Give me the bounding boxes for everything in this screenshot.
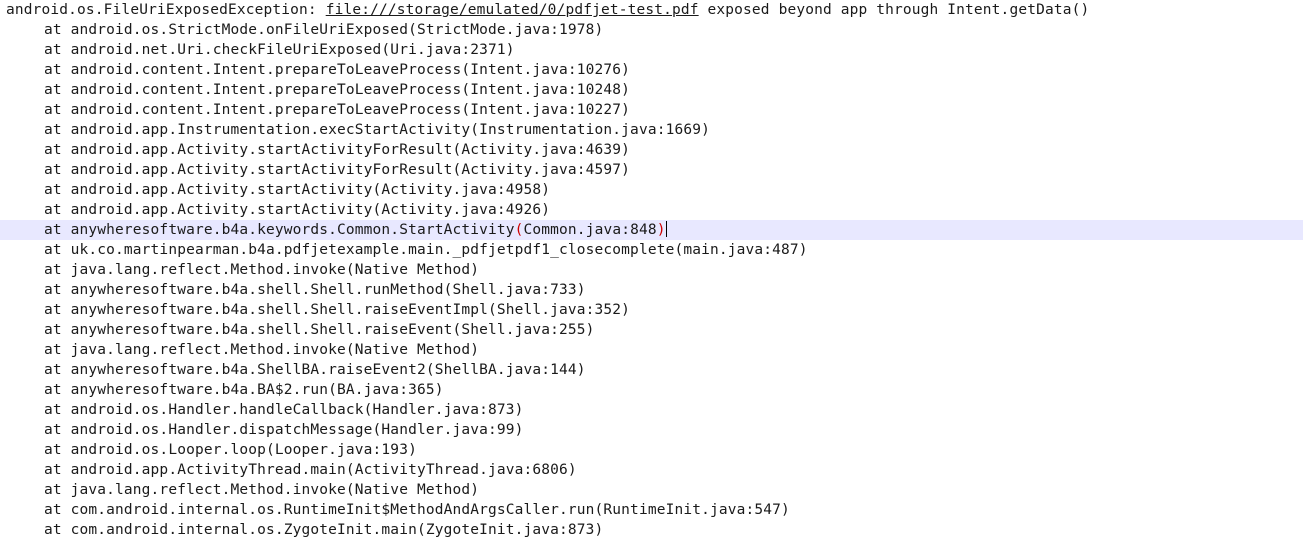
text-editor[interactable]: android.os.FileUriExposedException: file… bbox=[0, 0, 1303, 555]
stack-frame-line: at android.net.Uri.checkFileUriExposed(U… bbox=[0, 40, 1303, 60]
stack-frame-line: at android.os.StrictMode.onFileUriExpose… bbox=[0, 20, 1303, 40]
frame-text: at android.app.Activity.startActivity(Ac… bbox=[44, 182, 551, 198]
frame-text: at com.android.internal.os.RuntimeInit$M… bbox=[44, 502, 790, 518]
frame-text: at android.content.Intent.prepareToLeave… bbox=[44, 82, 631, 98]
exception-message: exposed beyond app through Intent.getDat… bbox=[707, 2, 1090, 18]
exception-uri[interactable]: file:///storage/emulated/0/pdfjet-test.p… bbox=[326, 2, 699, 18]
frame-text: at anywheresoftware.b4a.shell.Shell.runM… bbox=[44, 282, 586, 298]
frame-text: at java.lang.reflect.Method.invoke(Nativ… bbox=[44, 262, 480, 278]
stack-frame-line: at com.android.internal.os.RuntimeInit$M… bbox=[0, 500, 1303, 520]
stack-frame-line: at anywheresoftware.b4a.BA$2.run(BA.java… bbox=[0, 380, 1303, 400]
frame-text: at android.content.Intent.prepareToLeave… bbox=[44, 62, 631, 78]
stack-frame-line: at android.app.Activity.startActivityFor… bbox=[0, 140, 1303, 160]
bracket-close: ) bbox=[656, 222, 666, 238]
frame-text: at android.app.Activity.startActivity(Ac… bbox=[44, 202, 551, 218]
frame-text: at android.os.StrictMode.onFileUriExpose… bbox=[44, 22, 604, 38]
frame-text: at com.android.internal.os.ZygoteInit.ma… bbox=[44, 522, 604, 538]
stack-frame-line: at android.app.Activity.startActivityFor… bbox=[0, 160, 1303, 180]
frame-text: at anywheresoftware.b4a.BA$2.run(BA.java… bbox=[44, 382, 444, 398]
frame-text: at android.os.Handler.dispatchMessage(Ha… bbox=[44, 422, 524, 438]
stack-frame-line: at android.app.Instrumentation.execStart… bbox=[0, 120, 1303, 140]
stack-frame-line: at android.os.Handler.handleCallback(Han… bbox=[0, 400, 1303, 420]
frame-source: Common.java:848 bbox=[523, 222, 657, 238]
frame-text: at java.lang.reflect.Method.invoke(Nativ… bbox=[44, 482, 480, 498]
stack-frame-line: at android.app.ActivityThread.main(Activ… bbox=[0, 460, 1303, 480]
stack-frame-line: at anywheresoftware.b4a.shell.Shell.rais… bbox=[0, 300, 1303, 320]
stack-frame-line: at java.lang.reflect.Method.invoke(Nativ… bbox=[0, 260, 1303, 280]
exception-type: android.os.FileUriExposedException: bbox=[6, 2, 317, 18]
stack-frame-line: at anywheresoftware.b4a.ShellBA.raiseEve… bbox=[0, 360, 1303, 380]
stack-frame-line: at java.lang.reflect.Method.invoke(Nativ… bbox=[0, 340, 1303, 360]
frame-text: at android.net.Uri.checkFileUriExposed(U… bbox=[44, 42, 515, 58]
frame-text: at uk.co.martinpearman.b4a.pdfjetexample… bbox=[44, 242, 808, 258]
frame-text: at android.app.Instrumentation.execStart… bbox=[44, 122, 710, 138]
stack-frame-line: at uk.co.martinpearman.b4a.pdfjetexample… bbox=[0, 240, 1303, 260]
text-caret bbox=[665, 221, 667, 237]
current-line: at anywheresoftware.b4a.keywords.Common.… bbox=[0, 220, 1303, 240]
stack-frame-line: at android.os.Looper.loop(Looper.java:19… bbox=[0, 440, 1303, 460]
exception-line: android.os.FileUriExposedException: file… bbox=[0, 0, 1303, 20]
frame-text: at android.os.Looper.loop(Looper.java:19… bbox=[44, 442, 417, 458]
frame-text: at java.lang.reflect.Method.invoke(Nativ… bbox=[44, 342, 480, 358]
stack-frame-line: at com.android.internal.os.ZygoteInit.ma… bbox=[0, 520, 1303, 540]
frame-text: at android.app.ActivityThread.main(Activ… bbox=[44, 462, 577, 478]
frame-text: at anywheresoftware.b4a.shell.Shell.rais… bbox=[44, 302, 631, 318]
stack-frame-line: at android.content.Intent.prepareToLeave… bbox=[0, 100, 1303, 120]
stack-frame-line: at android.app.Activity.startActivity(Ac… bbox=[0, 200, 1303, 220]
frame-text: at anywheresoftware.b4a.shell.Shell.rais… bbox=[44, 322, 595, 338]
frame-text: at anywheresoftware.b4a.ShellBA.raiseEve… bbox=[44, 362, 586, 378]
frame-text: at android.app.Activity.startActivityFor… bbox=[44, 142, 631, 158]
stack-trace: at android.os.StrictMode.onFileUriExpose… bbox=[0, 20, 1303, 540]
stack-frame-line: at anywheresoftware.b4a.shell.Shell.runM… bbox=[0, 280, 1303, 300]
stack-frame-line: at java.lang.reflect.Method.invoke(Nativ… bbox=[0, 480, 1303, 500]
frame-text: at android.content.Intent.prepareToLeave… bbox=[44, 102, 631, 118]
stack-frame-line: at android.app.Activity.startActivity(Ac… bbox=[0, 180, 1303, 200]
frame-method: at anywheresoftware.b4a.keywords.Common.… bbox=[44, 222, 515, 238]
stack-frame-line: at android.os.Handler.dispatchMessage(Ha… bbox=[0, 420, 1303, 440]
frame-text: at android.app.Activity.startActivityFor… bbox=[44, 162, 631, 178]
stack-frame-line: at android.content.Intent.prepareToLeave… bbox=[0, 60, 1303, 80]
frame-text: at android.os.Handler.handleCallback(Han… bbox=[44, 402, 524, 418]
bracket-open: ( bbox=[514, 222, 524, 238]
stack-frame-line: at anywheresoftware.b4a.shell.Shell.rais… bbox=[0, 320, 1303, 340]
stack-frame-line: at android.content.Intent.prepareToLeave… bbox=[0, 80, 1303, 100]
